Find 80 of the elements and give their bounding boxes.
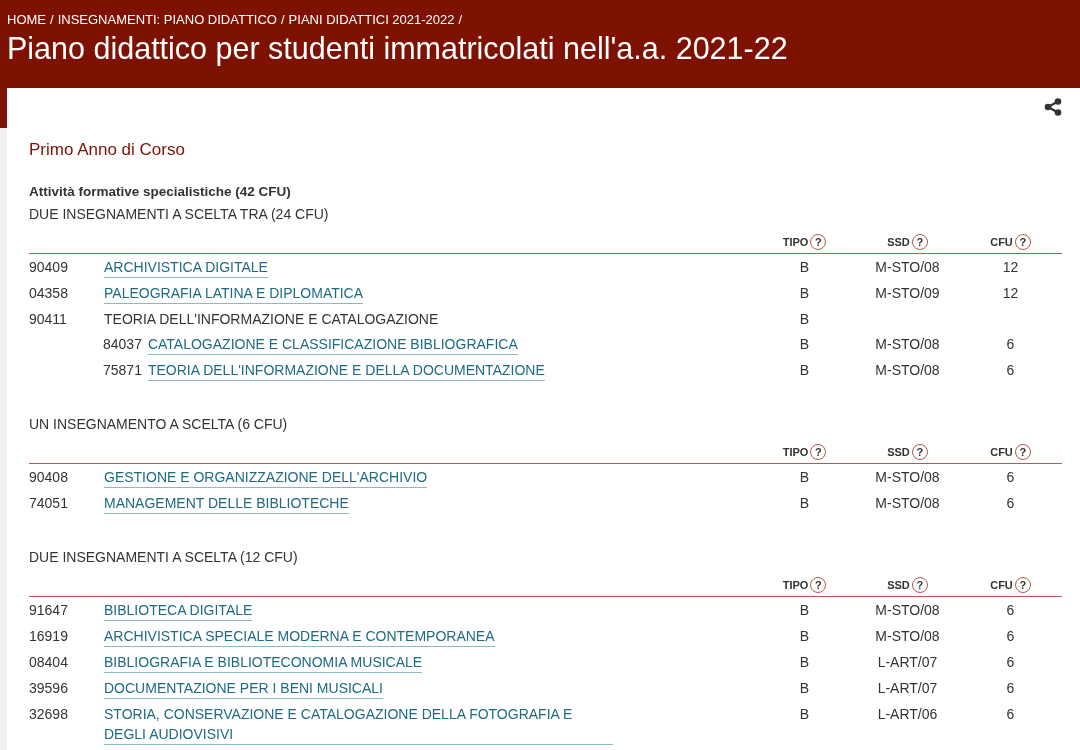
column-header: TIPO — [782, 579, 809, 591]
course-code: 32698 — [29, 706, 68, 722]
course-link[interactable]: ARCHIVISTICA DIGITALE — [104, 257, 268, 278]
ssd-value: M-STO/08 — [875, 628, 940, 644]
type-value: B — [799, 336, 810, 352]
cfu-value: 6 — [1006, 336, 1015, 352]
course-link[interactable]: ARCHIVISTICA SPECIALE MODERNA E CONTEMPORANEA — [104, 626, 495, 647]
course-code: 90411 — [29, 311, 67, 327]
section-title: UN INSEGNAMENTO A SCELTA (6 CFU) — [29, 416, 289, 432]
course-code: 90408 — [29, 469, 68, 485]
ssd-value: M-STO/08 — [875, 336, 940, 352]
cfu-value: 12 — [1002, 259, 1019, 275]
column-header: SSD — [887, 236, 910, 248]
ssd-value: L-ART/06 — [877, 706, 938, 722]
course-link[interactable]: BIBLIOGRAFIA E BIBLIOTECONOMIA MUSICALE — [104, 652, 423, 673]
breadcrumb-separator: / — [50, 12, 54, 27]
type-value: B — [799, 362, 810, 378]
ssd-value: L-ART/07 — [877, 680, 938, 696]
column-header: TIPO — [782, 446, 809, 458]
ssd-value: M-STO/08 — [875, 259, 940, 275]
type-value: B — [799, 469, 810, 485]
cfu-value: 6 — [1006, 680, 1015, 696]
course-code: 75871 — [103, 361, 142, 380]
type-value: B — [799, 654, 810, 670]
cfu-value: 6 — [1006, 628, 1015, 644]
course-code: 39596 — [29, 680, 68, 696]
course-link[interactable]: BIBLIOTECA DIGITALE — [104, 600, 253, 621]
course-code: 91647 — [29, 602, 68, 618]
column-header: TIPO — [782, 236, 809, 248]
breadcrumb-link[interactable]: PIANI DIDATTICI 2021-2022 — [288, 12, 455, 27]
ssd-value: M-STO/08 — [875, 469, 940, 485]
ssd-value: M-STO/08 — [875, 602, 940, 618]
course-code: 90409 — [29, 259, 68, 275]
column-header: CFU — [990, 446, 1013, 458]
course-link[interactable]: STORIA, CONSERVAZIONE E CATALOGAZIONE DELLA FOTOGRAFIA E DEGLI AUDIOVISIVI — [104, 704, 613, 745]
type-value: B — [799, 311, 810, 327]
course-link[interactable]: PALEOGRAFIA LATINA E DIPLOMATICA — [104, 283, 364, 304]
ssd-value: L-ART/07 — [877, 654, 938, 670]
page-title: Piano didattico per studenti immatricolati nell'a.a. 2021-22 — [7, 31, 789, 66]
course-link[interactable]: TEORIA DELL'INFORMAZIONE E DELLA DOCUMENTAZIONE — [147, 360, 545, 381]
course-link[interactable]: CATALOGAZIONE E CLASSIFICAZIONE BIBLIOGRAFICA — [147, 334, 518, 355]
ssd-value: M-STO/09 — [875, 285, 940, 301]
type-value: B — [799, 495, 810, 511]
column-header: CFU — [990, 579, 1013, 591]
group-heading: Attività formative specialistiche (42 CFU) — [29, 184, 292, 199]
type-value: B — [799, 628, 810, 644]
course-link[interactable]: GESTIONE E ORGANIZZAZIONE DELL'ARCHIVIO — [104, 467, 428, 488]
type-value: B — [799, 602, 810, 618]
course-code: 08404 — [29, 654, 68, 670]
cfu-value: 12 — [1002, 285, 1019, 301]
column-header: CFU — [990, 236, 1013, 248]
course-code: 84037 — [103, 335, 142, 354]
breadcrumb-separator: / — [458, 12, 463, 27]
share-icon[interactable] — [1044, 98, 1062, 116]
course-code: 16919 — [29, 628, 68, 644]
course-title: TEORIA DELL'INFORMAZIONE E CATALOGAZIONE — [104, 310, 439, 329]
section-title: DUE INSEGNAMENTI A SCELTA TRA (24 CFU) — [29, 206, 330, 222]
column-header: SSD — [887, 579, 910, 591]
cfu-value: 6 — [1006, 362, 1015, 378]
type-value: B — [799, 259, 810, 275]
column-header: SSD — [887, 446, 910, 458]
cfu-value: 6 — [1006, 602, 1015, 618]
course-link[interactable]: DOCUMENTAZIONE PER I BENI MUSICALI — [104, 678, 383, 699]
section-title: DUE INSEGNAMENTI A SCELTA (12 CFU) — [29, 549, 299, 565]
course-code: 74051 — [29, 495, 68, 511]
breadcrumb-link[interactable]: HOME — [7, 12, 46, 27]
breadcrumb-link[interactable]: INSEGNAMENTI: PIANO DIDATTICO — [57, 12, 277, 27]
type-value: B — [799, 680, 810, 696]
cfu-value: 6 — [1006, 654, 1015, 670]
ssd-value: M-STO/08 — [875, 362, 940, 378]
year-heading: Primo Anno di Corso — [29, 140, 186, 160]
type-value: B — [799, 285, 810, 301]
breadcrumb-separator: / — [280, 12, 285, 27]
cfu-value: 6 — [1006, 495, 1015, 511]
course-code: 04358 — [29, 285, 68, 301]
course-link[interactable]: MANAGEMENT DELLE BIBLIOTECHE — [104, 493, 349, 514]
type-value: B — [799, 706, 810, 722]
cfu-value: 6 — [1006, 706, 1015, 722]
ssd-value: M-STO/08 — [875, 495, 940, 511]
cfu-value: 6 — [1006, 469, 1015, 485]
